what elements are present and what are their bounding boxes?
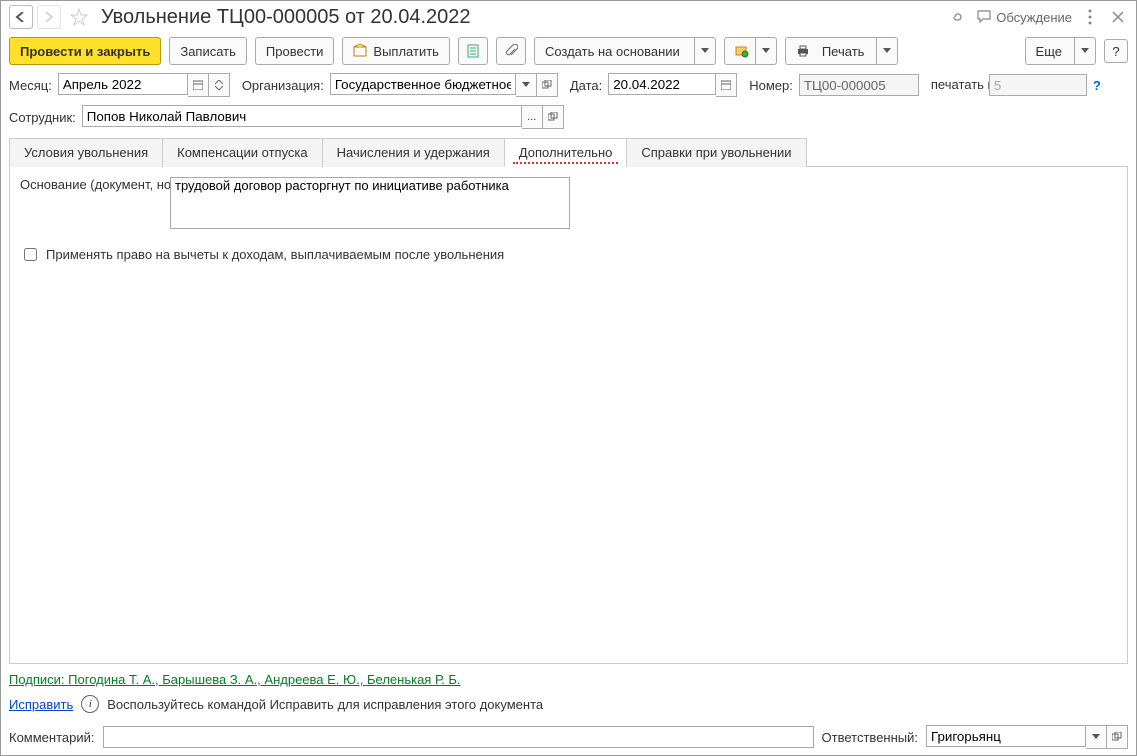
employee-label: Сотрудник: bbox=[9, 110, 76, 125]
create-based-button[interactable]: Создать на основании bbox=[534, 37, 716, 65]
document-icon bbox=[466, 44, 480, 58]
discussion-button[interactable]: Обсуждение bbox=[976, 9, 1072, 25]
month-input[interactable] bbox=[58, 73, 188, 95]
open-icon[interactable] bbox=[543, 105, 564, 129]
dropdown-icon[interactable] bbox=[516, 73, 537, 97]
more-button[interactable]: Еще bbox=[1025, 37, 1096, 65]
write-button[interactable]: Записать bbox=[169, 37, 247, 65]
folder-gear-icon bbox=[735, 44, 749, 58]
signatures-row: Подписи: Погодина Т. А., Барышева З. А.,… bbox=[1, 670, 1136, 689]
fix-link[interactable]: Исправить bbox=[9, 697, 73, 712]
tab-conditions[interactable]: Условия увольнения bbox=[9, 138, 163, 167]
comment-input[interactable] bbox=[103, 726, 814, 748]
page-title: Увольнение ТЦ00-000005 от 20.04.2022 bbox=[101, 6, 944, 29]
org-label: Организация: bbox=[242, 78, 324, 93]
pay-icon bbox=[353, 44, 367, 58]
month-label: Месяц: bbox=[9, 78, 52, 93]
chevron-down-icon bbox=[876, 38, 897, 64]
printer-icon bbox=[796, 44, 810, 58]
chat-icon bbox=[976, 9, 992, 25]
calendar-icon[interactable] bbox=[716, 73, 737, 97]
chevron-down-icon bbox=[755, 38, 776, 64]
basis-label: Основание (документ, номер, дата): bbox=[20, 177, 160, 192]
tab-content: Основание (документ, номер, дата): Приме… bbox=[9, 167, 1128, 664]
pay-button[interactable]: Выплатить bbox=[342, 37, 450, 65]
spinner-icon[interactable] bbox=[209, 73, 230, 97]
titlebar: Увольнение ТЦ00-000005 от 20.04.2022 Обс… bbox=[1, 1, 1136, 33]
print-as-input[interactable] bbox=[989, 74, 1087, 96]
open-icon[interactable] bbox=[1107, 725, 1128, 749]
favorite-star-icon[interactable] bbox=[69, 7, 89, 27]
deduction-label: Применять право на вычеты к доходам, вып… bbox=[46, 247, 504, 262]
deduction-checkbox-row[interactable]: Применять право на вычеты к доходам, вып… bbox=[20, 245, 1117, 264]
signatures-link[interactable]: Подписи: Погодина Т. А., Барышева З. А.,… bbox=[9, 672, 461, 687]
org-input[interactable] bbox=[330, 73, 516, 95]
kebab-menu-icon[interactable] bbox=[1080, 7, 1100, 27]
number-label: Номер: bbox=[749, 78, 793, 93]
employee-input[interactable] bbox=[82, 105, 522, 127]
nav-forward-button[interactable] bbox=[37, 5, 61, 29]
comment-label: Комментарий: bbox=[9, 730, 95, 745]
bottom-row: Комментарий: Ответственный: bbox=[1, 719, 1136, 755]
actions-dropdown-button[interactable] bbox=[724, 37, 777, 65]
tab-additional[interactable]: Дополнительно bbox=[504, 138, 628, 167]
calendar-icon[interactable] bbox=[188, 73, 209, 97]
tab-accruals[interactable]: Начисления и удержания bbox=[322, 138, 505, 167]
print-button[interactable]: Печать bbox=[785, 37, 899, 65]
responsible-label: Ответственный: bbox=[822, 730, 918, 745]
select-icon[interactable]: ... bbox=[522, 105, 543, 129]
paperclip-icon bbox=[504, 44, 518, 58]
tab-vacation-comp[interactable]: Компенсации отпуска bbox=[162, 138, 323, 167]
close-icon[interactable] bbox=[1108, 7, 1128, 27]
info-icon: i bbox=[81, 695, 99, 713]
open-icon[interactable] bbox=[537, 73, 558, 97]
report-button[interactable] bbox=[458, 37, 488, 65]
chevron-down-icon bbox=[1074, 38, 1095, 64]
date-input[interactable] bbox=[608, 73, 716, 95]
post-and-close-button[interactable]: Провести и закрыть bbox=[9, 37, 161, 65]
attachment-button[interactable] bbox=[496, 37, 526, 65]
print-as-label: печатать как: bbox=[931, 78, 983, 92]
help-button[interactable]: ? bbox=[1104, 39, 1128, 63]
tabs: Условия увольнения Компенсации отпуска Н… bbox=[9, 137, 1128, 167]
nav-back-button[interactable] bbox=[9, 5, 33, 29]
basis-textarea[interactable] bbox=[170, 177, 570, 229]
chevron-down-icon bbox=[694, 38, 715, 64]
number-input[interactable] bbox=[799, 74, 919, 96]
fix-text: Воспользуйтесь командой Исправить для ис… bbox=[107, 697, 543, 712]
dropdown-icon[interactable] bbox=[1086, 725, 1107, 749]
form-row-1: Месяц: Организация: Дата: Номер: bbox=[1, 69, 1136, 101]
deduction-checkbox[interactable] bbox=[24, 248, 37, 261]
post-button[interactable]: Провести bbox=[255, 37, 335, 65]
tab-certificates[interactable]: Справки при увольнении bbox=[626, 138, 806, 167]
form-row-2: Сотрудник: ... bbox=[1, 101, 1136, 133]
print-as-help-icon[interactable]: ? bbox=[1093, 78, 1101, 93]
link-icon[interactable] bbox=[948, 7, 968, 27]
date-label: Дата: bbox=[570, 78, 602, 93]
responsible-input[interactable] bbox=[926, 725, 1086, 747]
toolbar: Провести и закрыть Записать Провести Вып… bbox=[1, 33, 1136, 69]
fix-row: Исправить i Воспользуйтесь командой Испр… bbox=[1, 689, 1136, 719]
discussion-label: Обсуждение bbox=[996, 10, 1072, 25]
